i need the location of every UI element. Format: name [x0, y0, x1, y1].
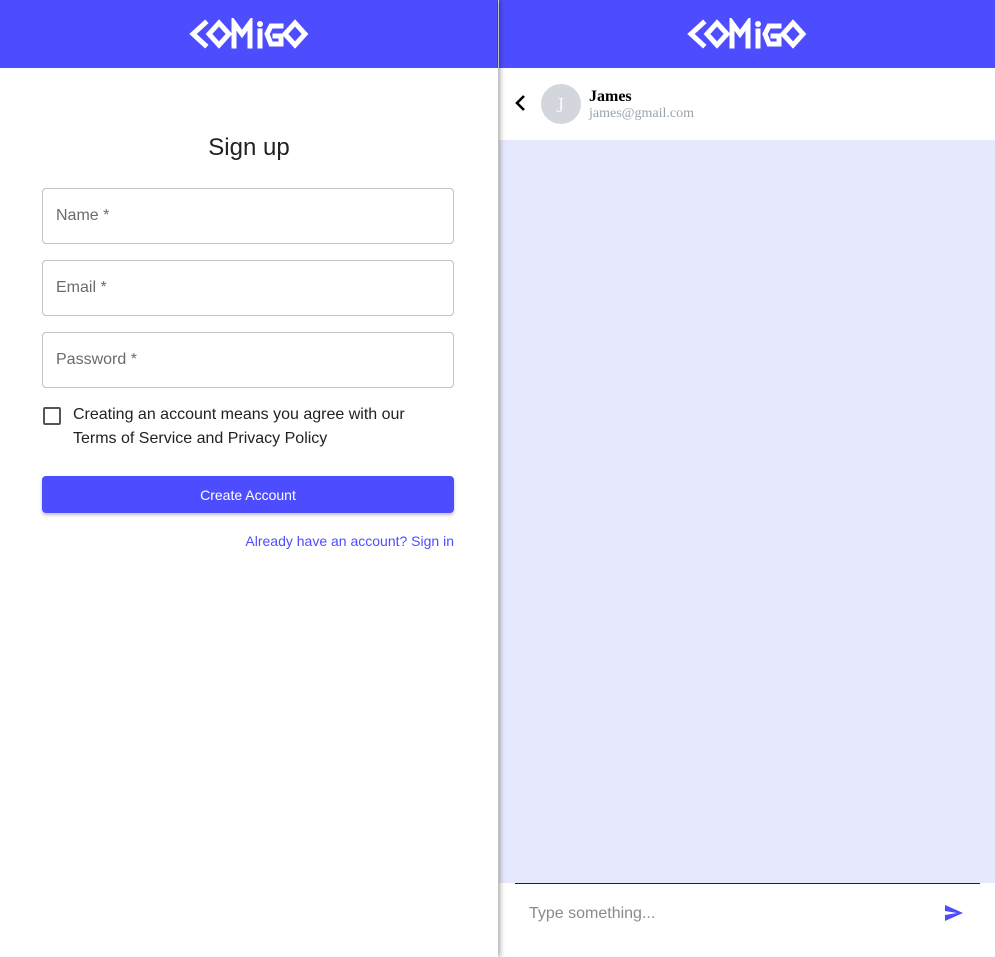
- comigo-logo: [188, 18, 308, 49]
- terms-text: Creating an account means you agree with…: [73, 403, 405, 451]
- sign-in-link[interactable]: Already have an account? Sign in: [245, 533, 454, 549]
- chat-pane: J James james@gmail.com Type something..…: [499, 0, 995, 957]
- contact-name: James: [589, 88, 632, 105]
- page-title: Sign up: [208, 134, 290, 161]
- password-field[interactable]: Password *: [42, 332, 454, 388]
- comigo-logo: [687, 18, 807, 49]
- create-account-button[interactable]: Create Account: [42, 476, 454, 513]
- message-list: [499, 140, 995, 883]
- message-composer[interactable]: Type something...: [515, 883, 980, 943]
- chevron-left-icon[interactable]: [513, 93, 529, 113]
- app-bar-right: [499, 0, 995, 68]
- avatar: J: [541, 84, 581, 124]
- name-input[interactable]: [43, 189, 453, 243]
- message-input[interactable]: Type something...: [529, 905, 655, 923]
- send-icon[interactable]: [944, 904, 964, 922]
- terms-text-line1: Creating an account means you agree with…: [73, 406, 405, 423]
- name-field[interactable]: Name *: [42, 188, 454, 244]
- terms-agreement: Creating an account means you agree with…: [42, 405, 454, 451]
- contact-email: james@gmail.com: [589, 106, 695, 121]
- email-input[interactable]: [43, 261, 453, 315]
- signup-pane: Sign up Name * Email * Password * Creati…: [0, 0, 498, 957]
- chat-header: J James james@gmail.com: [499, 68, 995, 140]
- terms-checkbox[interactable]: [43, 407, 61, 425]
- app-bar-left: [0, 0, 498, 68]
- terms-text-line2: Terms of Service and Privacy Policy: [73, 430, 328, 447]
- password-input[interactable]: [43, 333, 453, 387]
- email-field[interactable]: Email *: [42, 260, 454, 316]
